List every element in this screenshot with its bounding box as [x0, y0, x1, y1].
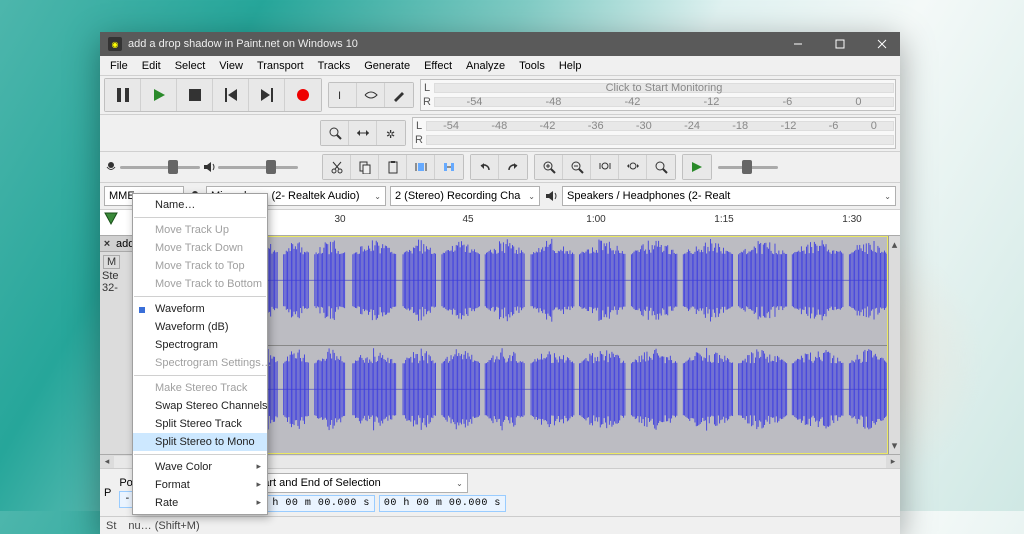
selection-tool-icon[interactable]: I: [329, 83, 357, 107]
track-mute-label[interactable]: M: [103, 255, 120, 269]
fit-project-button[interactable]: [619, 155, 647, 179]
selection-mode-combo[interactable]: Start and End of Selection⌄: [248, 473, 468, 493]
speaker-icon-2: [544, 189, 558, 203]
svg-text:✲: ✲: [386, 129, 395, 140]
silence-button[interactable]: [435, 155, 463, 179]
menu-wave-color[interactable]: Wave Color▸: [133, 458, 267, 476]
waveform-pane[interactable]: [194, 236, 888, 454]
maximize-button[interactable]: [822, 32, 858, 56]
toolbar-row-1: I L Click to Start Monitoring R-54-48-42-…: [100, 76, 900, 115]
menu-name[interactable]: Name…: [133, 196, 267, 214]
record-volume-slider[interactable]: [120, 158, 200, 176]
menu-move-up[interactable]: Move Track Up: [133, 221, 267, 239]
paste-button[interactable]: [379, 155, 407, 179]
submenu-arrow-icon: ▸: [256, 461, 261, 472]
status-bar: St nu… (Shift+M): [100, 516, 900, 534]
window-title: add a drop shadow in Paint.net on Window…: [128, 38, 774, 50]
pause-button[interactable]: [105, 79, 141, 111]
app-icon: ◉: [108, 37, 122, 51]
meter-scale-2: -54-48-42-36-30-24-18-12-60: [426, 121, 894, 131]
menu-spectrogram[interactable]: Spectrogram: [133, 336, 267, 354]
copy-button[interactable]: [351, 155, 379, 179]
fit-selection-button[interactable]: [591, 155, 619, 179]
menu-help[interactable]: Help: [553, 58, 588, 74]
track-close-button[interactable]: ×: [100, 238, 114, 250]
draw-tool-icon[interactable]: [385, 83, 413, 107]
titlebar[interactable]: ◉ add a drop shadow in Paint.net on Wind…: [100, 32, 900, 56]
play-speed-slider[interactable]: [718, 158, 778, 176]
record-channels-combo[interactable]: 2 (Stereo) Recording Cha⌄: [390, 186, 540, 206]
redo-button[interactable]: [499, 155, 527, 179]
menubar: File Edit Select View Transport Tracks G…: [100, 56, 900, 76]
track-dropdown-menu: Name… Move Track Up Move Track Down Move…: [132, 193, 268, 515]
zoom-out-button[interactable]: [563, 155, 591, 179]
waveform-right: [195, 346, 887, 433]
status-left: St: [106, 520, 116, 532]
menu-split-stereo[interactable]: Split Stereo Track: [133, 415, 267, 433]
trim-button[interactable]: [407, 155, 435, 179]
play-at-speed-button[interactable]: [683, 155, 711, 179]
submenu-arrow-icon: ▸: [256, 479, 261, 490]
menu-format[interactable]: Format▸: [133, 476, 267, 494]
playback-meter[interactable]: L-54-48-42-36-30-24-18-12-60 R: [412, 117, 896, 149]
close-button[interactable]: [864, 32, 900, 56]
menu-tools[interactable]: Tools: [513, 58, 551, 74]
menu-split-stereo-to-mono[interactable]: Split Stereo to Mono: [133, 433, 267, 451]
menu-waveform-db[interactable]: Waveform (dB): [133, 318, 267, 336]
meter-r-label: R: [422, 96, 432, 108]
selection-end-value[interactable]: 00 h 00 m 00.000 s: [379, 495, 506, 512]
menu-swap-channels[interactable]: Swap Stereo Channels: [133, 397, 267, 415]
playback-device-combo[interactable]: Speakers / Headphones (2- Realt⌄: [562, 186, 896, 206]
menu-edit[interactable]: Edit: [136, 58, 167, 74]
menu-transport[interactable]: Transport: [251, 58, 310, 74]
toolbar-row-1b: ✲ L-54-48-42-36-30-24-18-12-60 R: [100, 115, 900, 152]
menu-make-stereo[interactable]: Make Stereo Track: [133, 379, 267, 397]
channel-left[interactable]: [195, 237, 887, 346]
record-button[interactable]: [285, 79, 321, 111]
menu-select[interactable]: Select: [169, 58, 212, 74]
envelope-tool-icon[interactable]: [357, 83, 385, 107]
playback-volume-slider[interactable]: [218, 158, 298, 176]
menu-file[interactable]: File: [104, 58, 134, 74]
menu-move-bottom[interactable]: Move Track to Bottom: [133, 275, 267, 293]
menu-effect[interactable]: Effect: [418, 58, 458, 74]
status-hint: nu… (Shift+M): [128, 520, 199, 532]
menu-move-down[interactable]: Move Track Down: [133, 239, 267, 257]
vertical-scrollbar[interactable]: ▴▾: [888, 236, 900, 454]
play-button[interactable]: [141, 79, 177, 111]
record-meter[interactable]: L Click to Start Monitoring R-54-48-42-12…: [420, 79, 896, 111]
skip-start-button[interactable]: [213, 79, 249, 111]
menu-waveform[interactable]: Waveform: [133, 300, 267, 318]
menu-generate[interactable]: Generate: [358, 58, 416, 74]
stop-button[interactable]: [177, 79, 213, 111]
toolbar-row-2: [100, 152, 900, 183]
multi-tool-icon[interactable]: ✲: [377, 121, 405, 145]
project-label: P: [104, 487, 111, 499]
zoom-tool-icon[interactable]: [321, 121, 349, 145]
menu-spectrogram-settings[interactable]: Spectrogram Settings…: [133, 354, 267, 372]
submenu-arrow-icon: ▸: [256, 497, 261, 508]
zoom-toggle-button[interactable]: [647, 155, 675, 179]
svg-text:I: I: [338, 90, 341, 102]
minimize-button[interactable]: [780, 32, 816, 56]
meter-prompt: Click to Start Monitoring: [606, 82, 723, 94]
meter-l-label: L: [422, 82, 432, 94]
menu-analyze[interactable]: Analyze: [460, 58, 511, 74]
cut-button[interactable]: [323, 155, 351, 179]
undo-button[interactable]: [471, 155, 499, 179]
menu-tracks[interactable]: Tracks: [312, 58, 357, 74]
menu-view[interactable]: View: [213, 58, 249, 74]
timeshift-tool-icon[interactable]: [349, 121, 377, 145]
meter-scale: -54-48-42-12-60: [434, 97, 894, 107]
waveform-left: [195, 237, 887, 324]
menu-move-top[interactable]: Move Track to Top: [133, 257, 267, 275]
speaker-icon: [202, 160, 216, 174]
channel-right[interactable]: [195, 346, 887, 454]
menu-rate[interactable]: Rate▸: [133, 494, 267, 512]
mic-icon: [104, 160, 118, 174]
scroll-right-button[interactable]: ▸: [886, 456, 900, 467]
zoom-in-button[interactable]: [535, 155, 563, 179]
skip-end-button[interactable]: [249, 79, 285, 111]
scroll-left-button[interactable]: ◂: [100, 456, 114, 467]
